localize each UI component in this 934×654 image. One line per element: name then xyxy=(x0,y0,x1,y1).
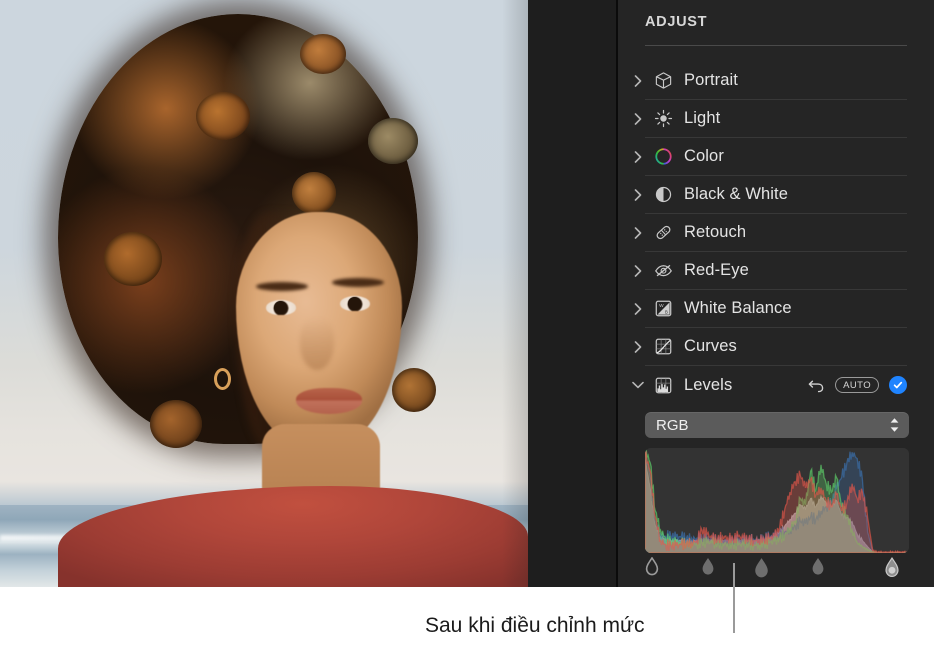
hair-curl xyxy=(104,232,162,286)
photo-edge-fade xyxy=(502,0,528,587)
eyebrow-right xyxy=(332,278,384,287)
histogram-plot xyxy=(645,448,909,553)
checkmark-icon[interactable] xyxy=(889,376,907,394)
callout-leader-line xyxy=(733,563,735,633)
hair-curl xyxy=(300,34,346,74)
photo-preview[interactable] xyxy=(0,0,528,587)
auto-button[interactable]: AUTO xyxy=(835,377,879,393)
adjust-row-red-eye[interactable]: Red-Eye xyxy=(634,252,907,290)
adjust-row-label: Curves xyxy=(684,337,737,355)
adjust-row-color[interactable]: Color xyxy=(634,138,907,176)
adjust-rows-list: Portrait Light Color Black & White Retou… xyxy=(618,62,934,404)
chevron-down-icon[interactable] xyxy=(630,381,646,389)
undo-icon[interactable] xyxy=(807,376,825,394)
adjust-row-label: Color xyxy=(684,147,724,165)
chevron-right-icon[interactable] xyxy=(630,340,646,353)
adjust-row-curves[interactable]: Curves xyxy=(634,328,907,366)
svg-text:B: B xyxy=(665,309,668,314)
adjust-row-white-balance[interactable]: W B White Balance xyxy=(634,290,907,328)
levels-histogram[interactable] xyxy=(645,448,909,553)
auto-button-label: AUTO xyxy=(843,379,871,391)
adjust-row-retouch[interactable]: Retouch xyxy=(634,214,907,252)
hair-curl xyxy=(392,368,436,412)
hair-curl xyxy=(292,172,336,214)
pupil-right xyxy=(348,297,361,310)
adjust-row-label: Black & White xyxy=(684,185,788,203)
chevron-right-icon[interactable] xyxy=(630,264,646,277)
nose xyxy=(300,318,334,370)
eyebrow-left xyxy=(256,282,308,291)
adjust-row-portrait[interactable]: Portrait xyxy=(634,62,907,100)
sun-icon xyxy=(652,108,674,130)
svg-text:W: W xyxy=(659,303,664,309)
white-balance-icon: W B xyxy=(652,298,674,320)
levels-handle-white-point[interactable] xyxy=(884,557,899,578)
bandage-icon xyxy=(652,222,674,244)
channel-select-value: RGB xyxy=(656,416,689,434)
adjust-row-levels[interactable]: Levels AUTO xyxy=(632,366,907,404)
earring xyxy=(214,368,231,390)
chevron-right-icon[interactable] xyxy=(630,112,646,125)
adjust-row-label: Retouch xyxy=(684,223,747,241)
color-wheel-icon xyxy=(652,146,674,168)
chevron-up-down-icon[interactable] xyxy=(889,417,900,433)
photos-app-window: ADJUST Portrait Light Color Black & Whit… xyxy=(0,0,934,587)
adjust-row-label: Light xyxy=(684,109,721,127)
lips xyxy=(296,388,362,414)
curves-icon xyxy=(652,336,674,358)
cube-icon xyxy=(652,70,674,92)
adjust-row-label: White Balance xyxy=(684,299,792,317)
adjust-row-label: Levels xyxy=(684,375,733,394)
chevron-right-icon[interactable] xyxy=(630,150,646,163)
eye-slash-icon xyxy=(652,260,674,282)
adjust-row-black-and-white[interactable]: Black & White xyxy=(634,176,907,214)
hair-curl xyxy=(368,118,418,164)
hair-curl xyxy=(196,92,250,140)
screenshot-root: ADJUST Portrait Light Color Black & Whit… xyxy=(0,0,934,654)
levels-controls: RGB xyxy=(645,412,909,579)
caption-text: Sau khi điều chỉnh mức xyxy=(425,614,645,637)
levels-actions: AUTO xyxy=(807,376,907,394)
pupil-left xyxy=(274,301,287,314)
levels-handle-midtones[interactable] xyxy=(753,557,768,578)
adjust-row-label: Red-Eye xyxy=(684,261,749,279)
levels-handle-shadows[interactable] xyxy=(701,557,715,576)
chevron-right-icon[interactable] xyxy=(630,74,646,87)
page-title: ADJUST xyxy=(645,14,708,30)
adjust-row-label: Portrait xyxy=(684,71,738,89)
adjust-row-light[interactable]: Light xyxy=(634,100,907,138)
chevron-right-icon[interactable] xyxy=(630,226,646,239)
chevron-right-icon[interactable] xyxy=(630,188,646,201)
contrast-icon xyxy=(652,184,674,206)
title-divider xyxy=(645,45,907,46)
levels-handles xyxy=(645,556,909,579)
channel-select[interactable]: RGB xyxy=(645,412,909,438)
levels-icon xyxy=(652,374,674,396)
hair-curl xyxy=(150,400,202,448)
chevron-right-icon[interactable] xyxy=(630,302,646,315)
levels-handle-highlights[interactable] xyxy=(811,557,825,576)
levels-handle-black-point[interactable] xyxy=(645,556,659,576)
